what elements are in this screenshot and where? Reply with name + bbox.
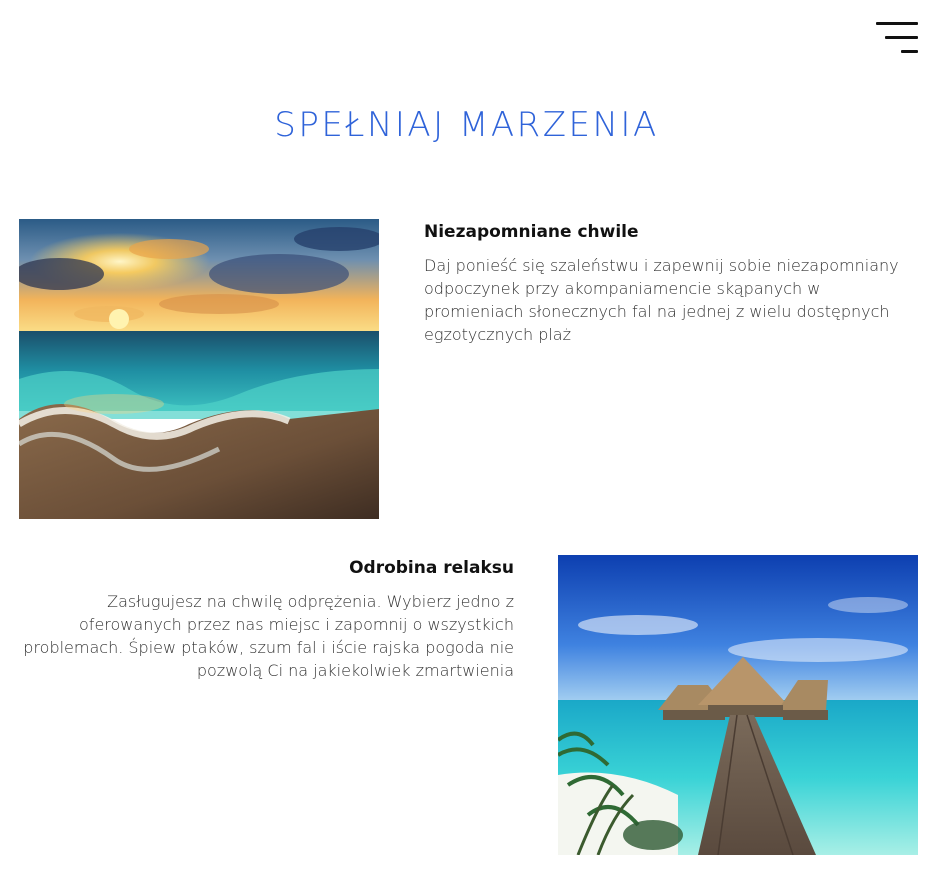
feature-niezapomniane-chwile: Niezapomniane chwile Daj ponieść się sza… (424, 220, 920, 346)
feature-title: Niezapomniane chwile (424, 222, 639, 242)
page-title: SPEŁNIAJ MARZENIA (274, 105, 659, 145)
feature-description: Zasługujesz na chwilę odprężenia. Wybier… (23, 592, 514, 680)
hamburger-menu-icon[interactable] (874, 21, 918, 55)
menu-bar-top (876, 22, 918, 25)
sunset-beach-image (19, 219, 379, 519)
feature-description: Daj ponieść się szaleństwu i zapewnij so… (424, 256, 899, 344)
overwater-bungalow-image (558, 555, 918, 855)
menu-bar-bottom (901, 50, 918, 53)
feature-odrobina-relaksu: Odrobina relaksu Zasługujesz na chwilę o… (20, 556, 514, 682)
menu-bar-middle (885, 36, 918, 39)
feature-title: Odrobina relaksu (349, 558, 514, 578)
